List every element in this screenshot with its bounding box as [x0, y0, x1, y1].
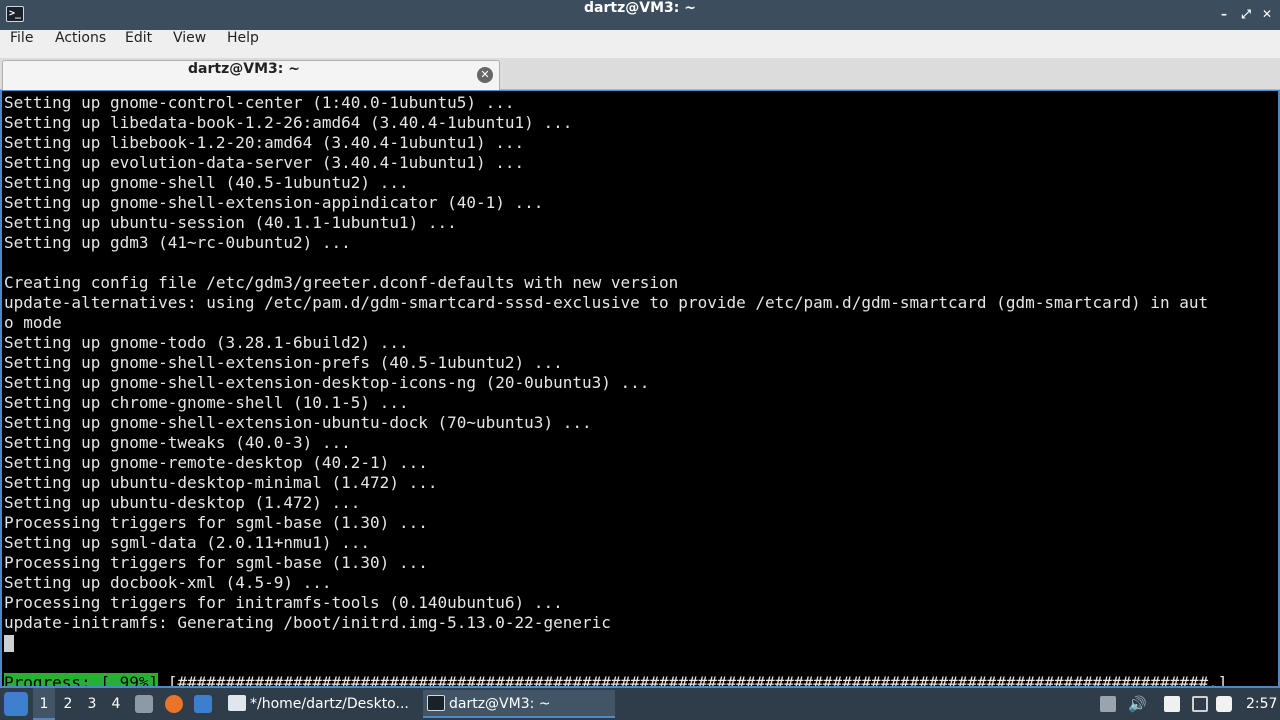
firefox-icon[interactable]: [165, 695, 183, 713]
terminal-line: Setting up gnome-shell-extension-appindi…: [4, 193, 544, 212]
terminal-output[interactable]: Setting up gnome-control-center (1:40.0-…: [0, 90, 1280, 688]
menu-view[interactable]: View: [173, 30, 206, 58]
clock[interactable]: 2:57: [1246, 688, 1277, 720]
task-text-editor[interactable]: */home/dartz/Deskto...: [224, 690, 416, 718]
window-title: dartz@VM3: ~: [584, 0, 696, 16]
notes-icon[interactable]: [1100, 696, 1116, 712]
task-terminal[interactable]: dartz@VM3: ~: [423, 690, 615, 718]
progress-label: Progress: [ 99%]: [4, 673, 159, 686]
desktop-icon[interactable]: [194, 695, 212, 713]
workspace-1[interactable]: 1: [33, 688, 55, 720]
terminal-icon: [427, 695, 445, 711]
terminal-line: Setting up gnome-control-center (1:40.0-…: [4, 93, 515, 112]
terminal-line: Setting up libedata-book-1.2-26:amd64 (3…: [4, 113, 573, 132]
taskbar: 1 2 3 4 */home/dartz/Deskto... dartz@VM3…: [0, 688, 1280, 720]
terminal-line: update-initramfs: Generating /boot/initr…: [4, 613, 611, 632]
terminal-line: Setting up gdm3 (41~rc-0ubuntu2) ...: [4, 233, 351, 252]
terminal-line: Setting up gnome-shell-extension-prefs (…: [4, 353, 563, 372]
tab-terminal[interactable]: dartz@VM3: ~ ✕: [2, 60, 500, 90]
maximize-icon[interactable]: ⤢: [1239, 7, 1253, 21]
menu-actions[interactable]: Actions: [55, 30, 106, 58]
terminal-line: Setting up gnome-shell-extension-ubuntu-…: [4, 413, 592, 432]
workspace-2[interactable]: 2: [57, 688, 79, 720]
text-cursor: [4, 635, 14, 652]
close-icon[interactable]: ✕: [1260, 7, 1274, 21]
desktop: >_ dartz@VM3: ~ – ⤢ ✕ File Actions Edit …: [0, 0, 1280, 720]
file-manager-icon[interactable]: [135, 695, 153, 713]
terminal-line: Creating config file /etc/gdm3/greeter.d…: [4, 273, 679, 292]
terminal-line: Setting up ubuntu-session (40.1.1-1ubunt…: [4, 213, 457, 232]
volume-icon[interactable]: 🔊: [1128, 696, 1147, 712]
notification-icon[interactable]: [1216, 696, 1232, 712]
workspace-4[interactable]: 4: [105, 688, 127, 720]
window-titlebar[interactable]: >_ dartz@VM3: ~ – ⤢ ✕: [0, 0, 1280, 30]
tab-label: dartz@VM3: ~: [188, 61, 300, 77]
progress-line: Progress: [ 99%] [######################…: [4, 673, 1276, 688]
menu-edit[interactable]: Edit: [125, 30, 152, 58]
terminal-lines: Setting up gnome-control-center (1:40.0-…: [4, 93, 1276, 688]
terminal-line: Setting up gnome-shell (40.5-1ubuntu2) .…: [4, 173, 409, 192]
task-label: dartz@VM3: ~: [449, 696, 551, 712]
workspace-3[interactable]: 3: [81, 688, 103, 720]
terminal-line: Setting up ubuntu-desktop-minimal (1.472…: [4, 473, 438, 492]
terminal-line: update-alternatives: using /etc/pam.d/gd…: [4, 293, 1209, 312]
terminal-line: Setting up ubuntu-desktop (1.472) ...: [4, 493, 361, 512]
text-editor-icon: [228, 695, 246, 711]
minimize-icon[interactable]: –: [1217, 7, 1231, 21]
keyboard-icon[interactable]: [1192, 696, 1208, 712]
terminal-line: Setting up gnome-remote-desktop (40.2-1)…: [4, 453, 428, 472]
terminal-line: Setting up gnome-tweaks (40.0-3) ...: [4, 433, 351, 452]
menu-bar: File Actions Edit View Help: [0, 30, 1280, 58]
tab-bar: dartz@VM3: ~ ✕: [0, 58, 1280, 90]
menu-help[interactable]: Help: [227, 30, 259, 58]
cursor-line: [4, 633, 1276, 653]
terminal-line: Setting up chrome-gnome-shell (10.1-5) .…: [4, 393, 409, 412]
terminal-line: Setting up libebook-1.2-20:amd64 (3.40.4…: [4, 133, 525, 152]
terminal-line: Setting up sgml-data (2.0.11+nmu1) ...: [4, 533, 371, 552]
terminal-line: o mode: [4, 313, 62, 332]
terminal-line: Setting up gnome-shell-extension-desktop…: [4, 373, 650, 392]
terminal-line: Setting up evolution-data-server (3.40.4…: [4, 153, 525, 172]
terminal-line: Processing triggers for sgml-base (1.30)…: [4, 553, 428, 572]
clipboard-icon[interactable]: [1164, 696, 1180, 712]
terminal-line: Processing triggers for sgml-base (1.30)…: [4, 513, 428, 532]
terminal-line: Setting up docbook-xml (4.5-9) ...: [4, 573, 332, 592]
start-menu-icon[interactable]: [4, 692, 28, 716]
task-label: */home/dartz/Deskto...: [250, 696, 409, 712]
tab-close-icon[interactable]: ✕: [477, 67, 493, 83]
terminal-line: Setting up gnome-todo (3.28.1-6build2) .…: [4, 333, 409, 352]
progress-bar: [#######################################…: [167, 673, 1228, 688]
terminal-line: Processing triggers for initramfs-tools …: [4, 593, 563, 612]
menu-file[interactable]: File: [10, 30, 33, 58]
